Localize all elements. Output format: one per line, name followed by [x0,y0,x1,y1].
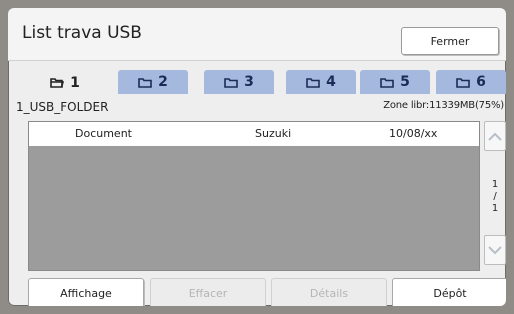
page-title: List trava USB [22,23,142,43]
chevron-up-icon [488,132,502,141]
delete-button[interactable]: Effacer [150,278,266,306]
document-name: Document [75,127,132,140]
tab-label: 3 [244,74,254,90]
folder-icon [380,77,394,88]
tab-label: 1 [70,74,80,91]
owner-name: Suzuki [255,127,292,140]
scroll-up-button[interactable] [484,121,506,151]
list-scroll-controls: 1 / 1 [484,121,506,269]
folder-icon [456,77,470,88]
folder-tabs: 1 2 3 4 5 6 [30,70,506,95]
chevron-down-icon [488,245,502,254]
page-separator: / [493,191,497,202]
folder-icon [306,77,320,88]
folder-info-row: 1_USB_FOLDER Zone libr:11339MB(75%) [16,98,504,116]
list-item[interactable]: Document Suzuki 10/08/xx [29,122,479,146]
tab-folder-1[interactable]: 1 [30,70,100,95]
folder-icon [224,77,238,88]
tab-label: 2 [158,74,168,90]
tab-folder-6[interactable]: 6 [436,70,506,94]
tab-label: 4 [326,74,336,90]
folder-icon [138,77,152,88]
current-page: 1 [491,179,499,190]
deposit-button[interactable]: Dépôt [392,278,506,306]
free-space-label: Zone libr:11339MB(75%) [383,100,504,111]
close-button[interactable]: Fermer [401,27,499,55]
folder-name: 1_USB_FOLDER [16,100,109,114]
scroll-down-button[interactable] [484,235,506,265]
document-date: 10/08/xx [389,127,438,140]
view-button[interactable]: Affichage [28,278,144,306]
details-button[interactable]: Détails [271,278,387,306]
tab-folder-3[interactable]: 3 [204,70,274,94]
usb-list-screen: List trava USB Fermer 1 2 3 4 5 6 1_USB_ [8,8,506,306]
page-indicator: 1 / 1 [484,179,506,215]
tab-folder-2[interactable]: 2 [118,70,188,94]
tab-label: 5 [400,74,410,90]
tab-label: 6 [476,74,486,90]
tab-folder-4[interactable]: 4 [286,70,356,94]
action-bar: Affichage Effacer Détails Dépôt [8,274,506,306]
tab-folder-5[interactable]: 5 [360,70,430,94]
file-list[interactable]: Document Suzuki 10/08/xx [28,121,480,271]
open-folder-icon [50,78,65,88]
total-pages: 1 [491,203,499,214]
title-bar: List trava USB Fermer [8,8,506,61]
